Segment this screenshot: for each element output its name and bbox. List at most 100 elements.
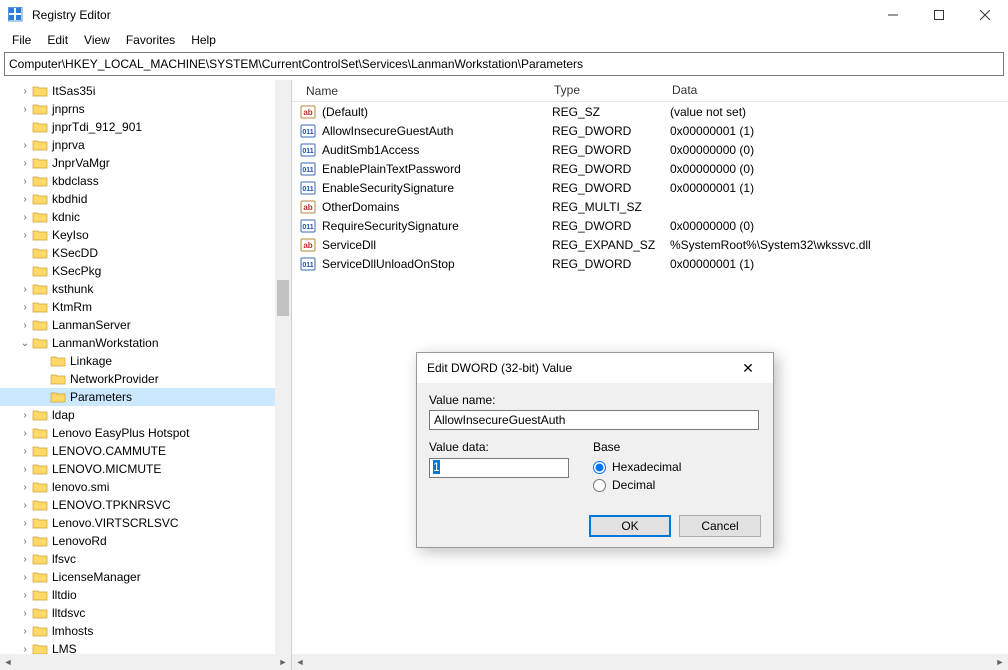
chevron-right-icon[interactable]: › — [18, 230, 32, 241]
chevron-right-icon[interactable]: › — [18, 176, 32, 187]
tree-item[interactable]: KSecPkg — [0, 262, 275, 280]
chevron-right-icon[interactable]: › — [18, 302, 32, 313]
scroll-right-icon[interactable]: ► — [275, 657, 291, 667]
tree-item[interactable]: ›lfsvc — [0, 550, 275, 568]
tree-item[interactable]: ›LENOVO.TPKNRSVC — [0, 496, 275, 514]
chevron-right-icon[interactable]: › — [18, 554, 32, 565]
tree-item[interactable]: ›LenovoRd — [0, 532, 275, 550]
radio-dec-input[interactable] — [593, 479, 606, 492]
dialog-title-bar[interactable]: Edit DWORD (32-bit) Value ✕ — [417, 353, 773, 383]
registry-tree[interactable]: ›ItSas35i›jnprnsjnprTdi_912_901›jnprva›J… — [0, 80, 275, 654]
tree-horizontal-scrollbar[interactable]: ◄ ► — [0, 654, 291, 670]
ok-button[interactable]: OK — [589, 515, 671, 537]
tree-item[interactable]: ›ksthunk — [0, 280, 275, 298]
radio-hexadecimal[interactable]: Hexadecimal — [593, 460, 681, 474]
value-name-field[interactable] — [429, 410, 759, 430]
chevron-right-icon[interactable]: › — [18, 86, 32, 97]
chevron-right-icon[interactable]: › — [18, 194, 32, 205]
menu-view[interactable]: View — [76, 31, 118, 49]
chevron-right-icon[interactable]: › — [18, 572, 32, 583]
column-type[interactable]: Type — [544, 80, 662, 101]
tree-item[interactable]: ›kbdclass — [0, 172, 275, 190]
chevron-right-icon[interactable]: › — [18, 536, 32, 547]
chevron-right-icon[interactable]: › — [18, 608, 32, 619]
list-row[interactable]: abOtherDomainsREG_MULTI_SZ — [292, 197, 1008, 216]
list-row[interactable]: abServiceDllREG_EXPAND_SZ%SystemRoot%\Sy… — [292, 235, 1008, 254]
menu-help[interactable]: Help — [183, 31, 224, 49]
chevron-right-icon[interactable]: › — [18, 644, 32, 655]
tree-item[interactable]: ›jnprns — [0, 100, 275, 118]
tree-item[interactable]: KSecDD — [0, 244, 275, 262]
chevron-right-icon[interactable]: › — [18, 284, 32, 295]
radio-decimal[interactable]: Decimal — [593, 478, 681, 492]
chevron-right-icon[interactable]: › — [18, 158, 32, 169]
tree-item[interactable]: ›LMS — [0, 640, 275, 654]
list-row[interactable]: 011EnableSecuritySignatureREG_DWORD0x000… — [292, 178, 1008, 197]
chevron-right-icon[interactable]: › — [18, 428, 32, 439]
list-row[interactable]: 011ServiceDllUnloadOnStopREG_DWORD0x0000… — [292, 254, 1008, 273]
tree-item[interactable]: NetworkProvider — [0, 370, 275, 388]
tree-item[interactable]: ›kbdhid — [0, 190, 275, 208]
tree-item[interactable]: ›lltdio — [0, 586, 275, 604]
scroll-right-icon[interactable]: ► — [992, 657, 1008, 667]
chevron-right-icon[interactable]: › — [18, 104, 32, 115]
chevron-right-icon[interactable]: › — [18, 464, 32, 475]
column-data[interactable]: Data — [662, 80, 1008, 101]
close-button[interactable] — [962, 0, 1008, 30]
tree-item[interactable]: ›LENOVO.CAMMUTE — [0, 442, 275, 460]
maximize-button[interactable] — [916, 0, 962, 30]
tree-item[interactable]: ›LicenseManager — [0, 568, 275, 586]
radio-hex-input[interactable] — [593, 461, 606, 474]
scroll-left-icon[interactable]: ◄ — [0, 657, 16, 667]
tree-vertical-scrollbar[interactable] — [275, 80, 291, 654]
scroll-left-icon[interactable]: ◄ — [292, 657, 308, 667]
tree-item[interactable]: ›Lenovo.VIRTSCRLSVC — [0, 514, 275, 532]
minimize-button[interactable] — [870, 0, 916, 30]
chevron-right-icon[interactable]: › — [18, 500, 32, 511]
tree-item[interactable]: ›lenovo.smi — [0, 478, 275, 496]
tree-item[interactable]: ›LENOVO.MICMUTE — [0, 460, 275, 478]
chevron-right-icon[interactable]: › — [18, 626, 32, 637]
tree-item[interactable]: ›JnprVaMgr — [0, 154, 275, 172]
tree-item[interactable]: ›KtmRm — [0, 298, 275, 316]
chevron-right-icon[interactable]: › — [18, 410, 32, 421]
list-row[interactable]: ab(Default)REG_SZ(value not set) — [292, 102, 1008, 121]
chevron-right-icon[interactable]: › — [18, 140, 32, 151]
list-row[interactable]: 011AuditSmb1AccessREG_DWORD0x00000000 (0… — [292, 140, 1008, 159]
dialog-close-button[interactable]: ✕ — [733, 360, 763, 377]
scrollbar-thumb[interactable] — [277, 280, 289, 316]
tree-item[interactable]: ⌄LanmanWorkstation — [0, 334, 275, 352]
value-list[interactable]: ab(Default)REG_SZ(value not set)011Allow… — [292, 102, 1008, 273]
list-row[interactable]: 011EnablePlainTextPasswordREG_DWORD0x000… — [292, 159, 1008, 178]
tree-item[interactable]: ›lmhosts — [0, 622, 275, 640]
value-data-field[interactable] — [429, 458, 569, 478]
tree-item[interactable]: ›kdnic — [0, 208, 275, 226]
tree-item[interactable]: ›LanmanServer — [0, 316, 275, 334]
tree-item[interactable]: ›ItSas35i — [0, 82, 275, 100]
chevron-right-icon[interactable]: › — [18, 446, 32, 457]
chevron-down-icon[interactable]: ⌄ — [18, 338, 32, 349]
tree-item[interactable]: Parameters — [0, 388, 275, 406]
chevron-right-icon[interactable]: › — [18, 518, 32, 529]
tree-item[interactable]: ›jnprva — [0, 136, 275, 154]
menu-favorites[interactable]: Favorites — [118, 31, 183, 49]
chevron-right-icon[interactable]: › — [18, 482, 32, 493]
chevron-right-icon[interactable]: › — [18, 590, 32, 601]
menu-file[interactable]: File — [4, 31, 39, 49]
tree-item[interactable]: Linkage — [0, 352, 275, 370]
tree-item[interactable]: jnprTdi_912_901 — [0, 118, 275, 136]
tree-item[interactable]: ›ldap — [0, 406, 275, 424]
list-horizontal-scrollbar[interactable]: ◄ ► — [292, 654, 1008, 670]
column-name[interactable]: Name — [292, 80, 544, 101]
list-row[interactable]: 011RequireSecuritySignatureREG_DWORD0x00… — [292, 216, 1008, 235]
tree-item[interactable]: ›KeyIso — [0, 226, 275, 244]
tree-item[interactable]: ›lltdsvc — [0, 604, 275, 622]
chevron-right-icon[interactable]: › — [18, 212, 32, 223]
list-header[interactable]: Name Type Data — [292, 80, 1008, 102]
tree-item[interactable]: ›Lenovo EasyPlus Hotspot — [0, 424, 275, 442]
list-row[interactable]: 011AllowInsecureGuestAuthREG_DWORD0x0000… — [292, 121, 1008, 140]
address-bar[interactable]: Computer\HKEY_LOCAL_MACHINE\SYSTEM\Curre… — [4, 52, 1004, 76]
cancel-button[interactable]: Cancel — [679, 515, 761, 537]
menu-edit[interactable]: Edit — [39, 31, 76, 49]
chevron-right-icon[interactable]: › — [18, 320, 32, 331]
